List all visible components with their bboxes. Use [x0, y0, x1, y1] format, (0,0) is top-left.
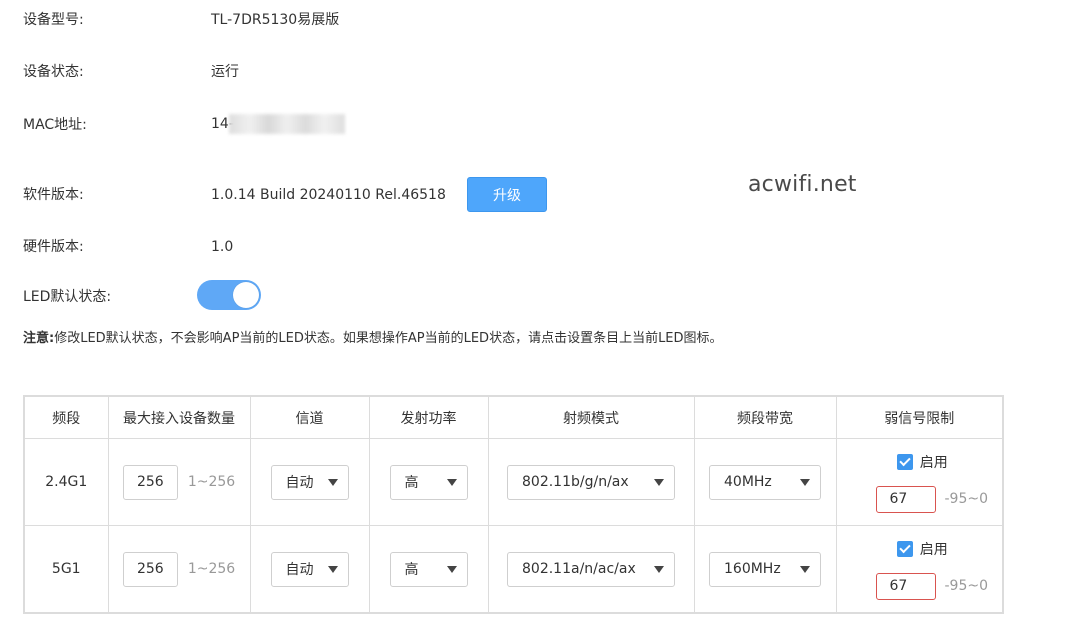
software-version-label: 软件版本:: [23, 187, 84, 203]
device-status-value: 运行: [211, 64, 239, 80]
note-text: 注意:修改LED默认状态，不会影响AP当前的LED状态。如果想操作AP当前的LE…: [23, 327, 723, 346]
chevron-down-icon: [446, 565, 457, 573]
weak-signal-threshold-input[interactable]: 67: [876, 485, 937, 513]
bandwidth-select[interactable]: 40MHz: [709, 464, 821, 500]
max-devices-input[interactable]: 256: [122, 551, 178, 587]
channel-value: 自动: [285, 475, 314, 491]
note-prefix: 注意:: [23, 331, 55, 346]
table-header-row: 频段 最大接入设备数量 信道 发射功率 射频模式 频段带宽 弱信号限制: [23, 395, 1004, 439]
channel-select[interactable]: 自动: [270, 464, 349, 500]
tx-power-select[interactable]: 高: [389, 551, 468, 587]
toggle-knob: [233, 282, 259, 308]
bandwidth-select[interactable]: 160MHz: [709, 551, 821, 587]
note-body: 修改LED默认状态，不会影响AP当前的LED状态。如果想操作AP当前的LED状态…: [54, 331, 723, 346]
device-status-label: 设备状态:: [23, 64, 84, 80]
table-row: 5G1 256 1~256 自动 高 802.11a/n/ac/ax 160MH…: [23, 525, 1004, 614]
tx-power-select[interactable]: 高: [389, 464, 468, 500]
header-band: 频段: [23, 395, 109, 439]
software-version-value: 1.0.14 Build 20240110 Rel.46518: [211, 187, 446, 203]
tx-power-value: 高: [404, 562, 419, 578]
radio-settings-table: 频段 最大接入设备数量 信道 发射功率 射频模式 频段带宽 弱信号限制 2.4G…: [23, 395, 1004, 614]
band-cell: 2.4G1: [23, 438, 109, 526]
led-default-label: LED默认状态:: [23, 289, 112, 305]
channel-value: 自动: [285, 562, 314, 578]
upgrade-button[interactable]: 升级: [467, 177, 547, 212]
band-cell: 5G1: [23, 525, 109, 614]
weak-signal-enable-checkbox[interactable]: [896, 453, 913, 470]
chevron-down-icon: [327, 478, 338, 486]
bandwidth-value: 160MHz: [724, 561, 781, 577]
mac-address-redaction: [229, 114, 345, 134]
chevron-down-icon: [800, 565, 810, 573]
chevron-down-icon: [327, 565, 338, 573]
device-model-label: 设备型号:: [23, 12, 84, 28]
radio-mode-value: 802.11a/n/ac/ax: [522, 561, 636, 577]
radio-mode-select[interactable]: 802.11a/n/ac/ax: [507, 551, 675, 587]
channel-select[interactable]: 自动: [270, 551, 349, 587]
weak-signal-range: -95~0: [944, 578, 988, 594]
weak-signal-threshold-input[interactable]: 67: [876, 572, 937, 600]
chevron-down-icon: [654, 565, 664, 573]
bandwidth-value: 40MHz: [724, 474, 772, 490]
chevron-down-icon: [800, 478, 810, 486]
led-default-toggle[interactable]: [197, 280, 261, 310]
watermark-text: acwifi.net: [748, 172, 857, 197]
weak-signal-range: -95~0: [944, 491, 988, 507]
hardware-version-label: 硬件版本:: [23, 239, 84, 255]
chevron-down-icon: [654, 478, 664, 486]
header-weak-signal: 弱信号限制: [835, 395, 1004, 439]
mac-address-label: MAC地址:: [23, 117, 87, 133]
weak-signal-enable-checkbox[interactable]: [896, 540, 913, 557]
table-row: 2.4G1 256 1~256 自动 高 802.11b/g/n/ax 40MH…: [23, 438, 1004, 526]
tx-power-value: 高: [404, 475, 419, 491]
radio-mode-select[interactable]: 802.11b/g/n/ax: [507, 464, 675, 500]
radio-mode-value: 802.11b/g/n/ax: [522, 474, 629, 490]
weak-signal-enable-label: 启用: [919, 541, 948, 558]
max-devices-range: 1~256: [187, 474, 236, 490]
header-channel: 信道: [249, 395, 370, 439]
weak-signal-enable-label: 启用: [919, 454, 948, 471]
header-bandwidth: 频段带宽: [693, 395, 837, 439]
hardware-version-value: 1.0: [211, 239, 234, 255]
header-radio-mode: 射频模式: [487, 395, 695, 439]
max-devices-range: 1~256: [187, 561, 236, 577]
max-devices-input[interactable]: 256: [122, 464, 178, 500]
chevron-down-icon: [446, 478, 457, 486]
device-model-value: TL-7DR5130易展版: [211, 12, 340, 28]
header-max-devices: 最大接入设备数量: [107, 395, 251, 439]
header-tx-power: 发射功率: [368, 395, 489, 439]
